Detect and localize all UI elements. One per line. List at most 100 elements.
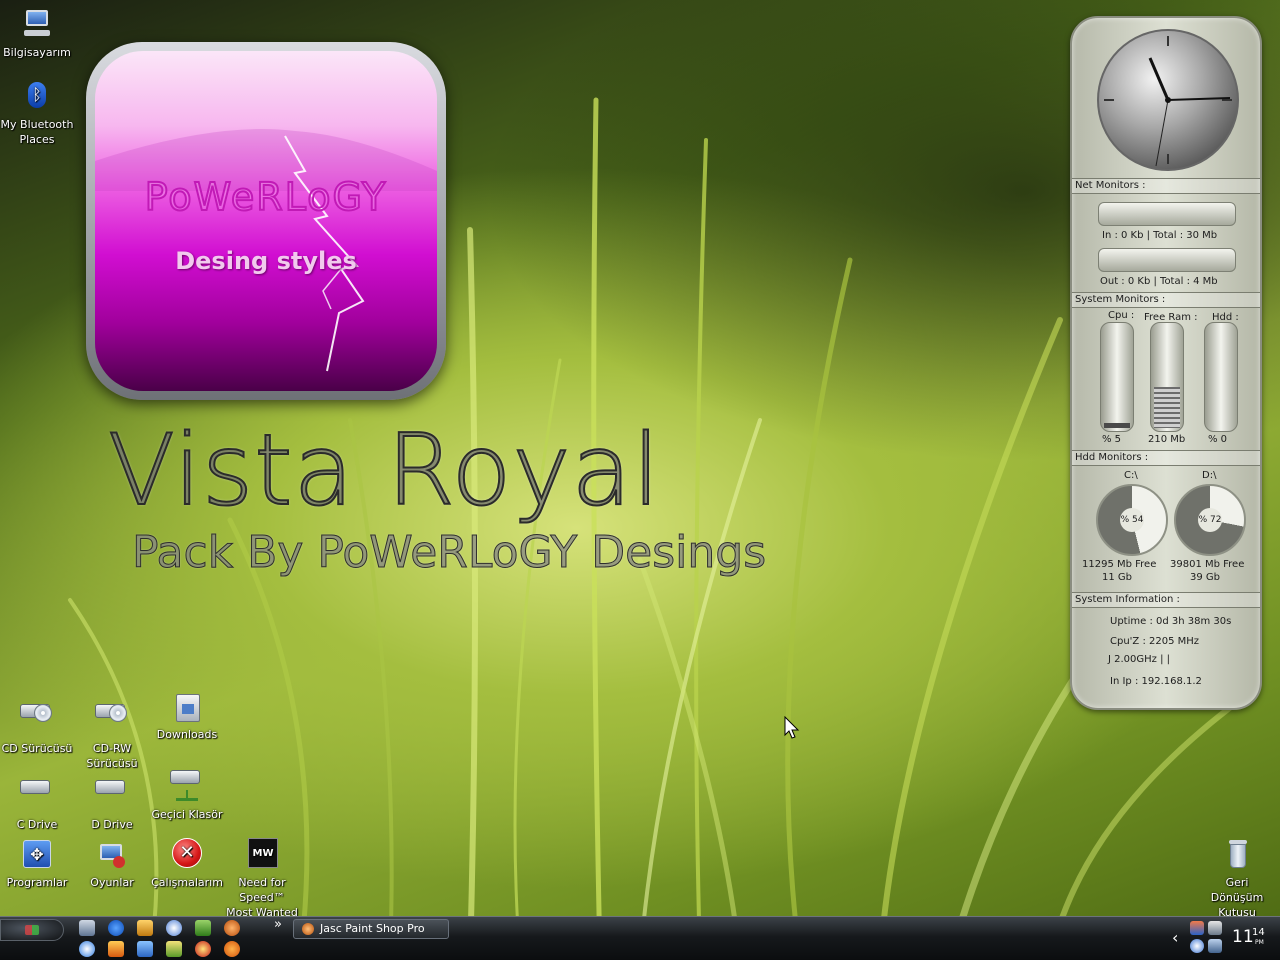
- downloads-folder-icon: [170, 690, 204, 724]
- ram-meter: [1150, 322, 1184, 432]
- hdd-value: % 0: [1208, 434, 1228, 445]
- desktop-icon-label: Geri Dönüşüm Kutusu: [1210, 876, 1264, 919]
- internet-explorer-icon[interactable]: [108, 920, 124, 936]
- ip-address-text: In Ip : 192.168.1.2: [1110, 676, 1202, 687]
- desktop-icon-recycle-bin[interactable]: Geri Dönüşüm Kutusu: [1200, 838, 1274, 920]
- error-x-icon: ✕: [170, 838, 204, 872]
- start-button[interactable]: [0, 919, 64, 941]
- system-information-header: System Information :: [1072, 592, 1260, 608]
- games-icon: [95, 838, 129, 872]
- desktop-icon-label: My Bluetooth Places: [0, 118, 74, 146]
- bluetooth-icon: ᛒ: [20, 80, 54, 114]
- recycle-bin-icon: [1220, 838, 1254, 872]
- drive-c-free: 11295 Mb Free: [1082, 559, 1157, 570]
- powerlogy-logo-card: PoWeRLoGY Desing styles: [86, 42, 446, 400]
- desktop-icon-label: C Drive: [16, 818, 58, 831]
- hard-drive-icon: [20, 780, 54, 814]
- desktop-icon-c-drive[interactable]: C Drive: [0, 766, 74, 832]
- cdrw-drive-icon: [95, 704, 129, 738]
- desktop-icon-label: Downloads: [156, 728, 218, 741]
- hdd-monitors-header: Hdd Monitors :: [1072, 450, 1260, 466]
- task-label: Jasc Paint Shop Pro: [320, 922, 425, 935]
- desktop-icon-label: Çalışmalarım: [151, 876, 223, 889]
- desktop-icon-programs[interactable]: ✥ Programlar: [0, 838, 74, 890]
- winamp-icon[interactable]: [137, 920, 153, 936]
- cpu-meter-fill: [1104, 422, 1130, 428]
- media-player-icon[interactable]: [79, 941, 95, 957]
- cpu-label: Cpu :: [1108, 310, 1135, 321]
- network-icon[interactable]: [195, 920, 211, 936]
- taskbar-clock[interactable]: 11: [1232, 927, 1254, 947]
- system-monitors-header: System Monitors :: [1072, 292, 1260, 308]
- hard-drive-icon: [95, 780, 129, 814]
- net-monitors-header: Net Monitors :: [1072, 178, 1260, 194]
- programs-icon: ✥: [20, 838, 54, 872]
- logo-subtitle: Desing styles: [175, 247, 357, 275]
- clock-minute: 14: [1252, 927, 1265, 938]
- net-out-text: Out : 0 Kb | Total : 4 Mb: [1100, 276, 1218, 287]
- cpu-meter: [1100, 322, 1134, 432]
- tray-network-icon[interactable]: [1208, 921, 1222, 935]
- clock-hour: 11: [1232, 927, 1254, 947]
- theme-title: Vista Royal: [107, 413, 661, 529]
- nero-icon[interactable]: [108, 941, 124, 957]
- computer-icon: [20, 8, 54, 42]
- taskbar-button-paint-shop-pro[interactable]: Jasc Paint Shop Pro: [293, 919, 449, 939]
- logo-panel: PoWeRLoGY Desing styles: [95, 51, 437, 391]
- ram-meter-fill: [1154, 387, 1180, 428]
- cpu-speed-text: Cpu'Z : 2205 MHz: [1110, 636, 1200, 647]
- tray-display-icon[interactable]: [1208, 939, 1222, 953]
- paint-shop-icon[interactable]: [224, 920, 240, 936]
- messenger-icon[interactable]: [166, 920, 182, 936]
- paint-shop-pro-icon: [302, 923, 314, 935]
- desktop-icon-label: Bilgisayarım: [3, 46, 71, 59]
- quick-launch-expand[interactable]: »: [274, 917, 282, 932]
- users-icon[interactable]: [137, 941, 153, 957]
- drive-d-usage-chart: % 72: [1174, 484, 1246, 556]
- tool-icon[interactable]: [166, 941, 182, 957]
- desktop-icon-d-drive[interactable]: D Drive: [75, 766, 149, 832]
- net-in-text: In : 0 Kb | Total : 30 Mb: [1102, 230, 1218, 241]
- hdd-meter: [1204, 322, 1238, 432]
- theme-subtitle: Pack By PoWeRLoGY Desings: [131, 527, 767, 579]
- drive-d-percent: % 72: [1198, 508, 1222, 532]
- desktop-icon-cd-drive[interactable]: CD Sürücüsü: [0, 690, 74, 756]
- desktop-icon-label: D Drive: [91, 818, 133, 831]
- desktop-icon-bluetooth-places[interactable]: ᛒ My Bluetooth Places: [0, 80, 74, 147]
- desktop-icon-games[interactable]: Oyunlar: [75, 838, 149, 890]
- desktop-icon-cdrw-drive[interactable]: CD-RW Sürücüsü: [75, 690, 149, 771]
- analog-clock: [1097, 29, 1239, 171]
- desktop-icon-works[interactable]: ✕ Çalışmalarım: [150, 838, 224, 890]
- desktop-icon-downloads[interactable]: Downloads: [150, 690, 224, 742]
- cpu-name-text: J 2.00GHz | |: [1108, 654, 1171, 665]
- logo-title: PoWeRLoGY: [144, 174, 388, 220]
- taskbar: » Jasc Paint Shop Pro ‹ 11 14 PM: [0, 916, 1280, 960]
- mouse-cursor-icon: [784, 716, 800, 739]
- cpu-value: % 5: [1102, 434, 1122, 445]
- desktop-icon-label: Oyunlar: [90, 876, 134, 889]
- net-in-graph: [1098, 202, 1236, 226]
- drive-c-percent: % 54: [1120, 508, 1144, 532]
- tray-security-icon[interactable]: [1190, 921, 1204, 935]
- app-icon[interactable]: [195, 941, 211, 957]
- ram-value: 210 Mb: [1148, 434, 1186, 445]
- nfs-game-icon: MW: [245, 838, 279, 872]
- cd-drive-icon: [20, 704, 54, 738]
- lightning-icon: [95, 129, 437, 372]
- network-drive-icon: [170, 770, 204, 804]
- firefox-icon[interactable]: [224, 941, 240, 957]
- windows-logo-icon: [25, 925, 39, 935]
- desktop-icon-label: Programlar: [6, 876, 68, 889]
- net-out-graph: [1098, 248, 1236, 272]
- show-desktop-icon[interactable]: [79, 920, 95, 936]
- drive-d-free: 39801 Mb Free: [1170, 559, 1245, 570]
- tray-expand-arrow[interactable]: ‹: [1172, 928, 1178, 947]
- desktop-icon-my-computer[interactable]: Bilgisayarım: [0, 8, 74, 60]
- system-monitor-gadget: Net Monitors : In : 0 Kb | Total : 30 Mb…: [1070, 16, 1262, 710]
- tray-volume-icon[interactable]: [1190, 939, 1204, 953]
- drive-d-size: 39 Gb: [1190, 572, 1220, 583]
- uptime-text: Uptime : 0d 3h 38m 30s: [1110, 616, 1232, 627]
- drive-d-label: D:\: [1202, 470, 1217, 481]
- desktop-icon-label: CD Sürücüsü: [1, 742, 73, 755]
- desktop-icon-temp-folder[interactable]: Geçici Klasör: [150, 766, 224, 822]
